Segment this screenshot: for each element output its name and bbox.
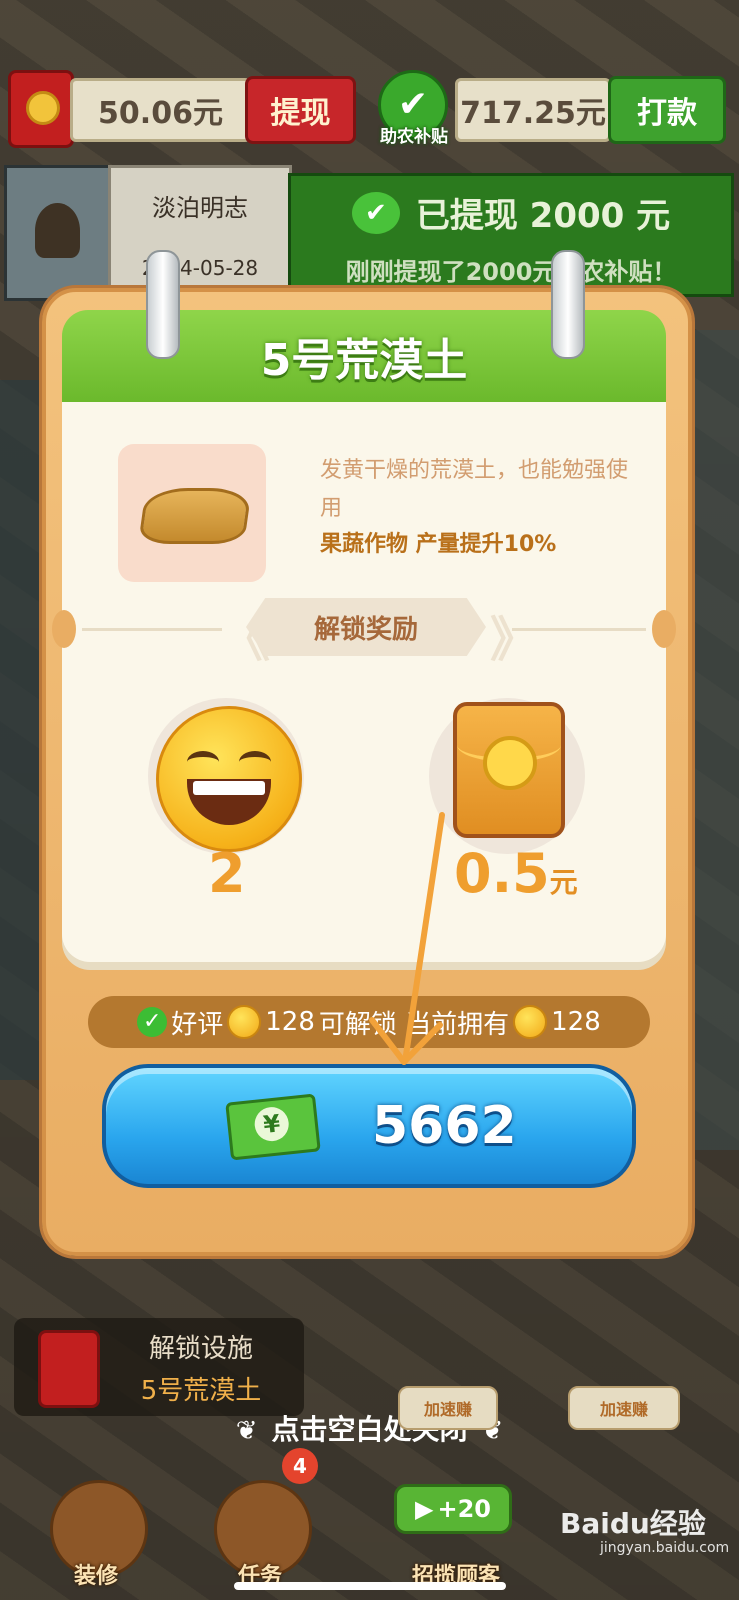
notice-user-info: 淡泊明志 2024-05-28 [108,165,292,301]
condition-required: 128 [265,1007,315,1037]
unlock-button[interactable]: 5662 [102,1064,636,1188]
binder-ring-icon [551,250,585,359]
card-notch [52,610,76,648]
top-bar: 50.06元 提现 ✔ 助农补贴 717.25元 打款 [0,70,739,150]
subsidy-badge[interactable]: ✔ 助农补贴 [372,70,450,150]
user-name: 淡泊明志 [152,194,248,222]
reward-unit: 元 [549,866,578,899]
notice-date: 2024-05-28 [141,256,259,280]
attract-bonus-value: +20 [437,1495,491,1523]
card-notch [652,610,676,648]
cash-icon [225,1093,321,1161]
check-icon: ✓ [137,1007,168,1037]
reward-value: 2 [208,842,246,905]
desert-soil-icon [138,488,252,544]
item-boost: 果蔬作物 产量提升10% [320,532,557,557]
wechat-icon: ✔ [351,191,400,234]
condition-middle: 可解锁 当前拥有 [318,1009,510,1040]
avatar [4,165,112,301]
unlock-facility-dialog: 5号荒漠土 发黄干燥的荒漠土，也能勉强使用 果蔬作物 产量提升10% 《 》 解… [42,250,692,1256]
nav-label-decorate: 装修 [73,1564,118,1589]
reward-amount: 0.5 [454,842,550,905]
reward-item [429,698,585,854]
pay-button[interactable]: 打款 [608,76,726,144]
notice-headline-row: ✔ 已提现 2000 元 [291,188,731,237]
condition-prefix: 好评 [171,1009,224,1040]
red-packet-icon [453,702,565,838]
item-tile [118,444,266,582]
unlock-price: 5662 [372,1096,517,1156]
hint-title: 解锁设施 [148,1334,253,1364]
play-icon: ▶ [415,1495,434,1523]
smile-emoji-icon [156,706,302,852]
withdraw-button[interactable]: 提现 [245,76,356,144]
condition-owned: 128 [551,1007,601,1037]
notice-banner: ✔ 已提现 2000 元 刚刚提现了2000元助农补贴！ [288,173,734,297]
watermark-logo: Baidu经验 [560,1507,706,1540]
subsidy-balance: 717.25元 [455,78,611,142]
smile-emoji-icon [227,1005,262,1039]
cash-balance: 50.06元 [70,78,251,142]
subsidy-label: 助农补贴 [380,127,448,147]
reward-header: 解锁奖励 [246,598,486,656]
reward-value: 0.5元 [454,842,578,905]
notice-headline: 已提现 2000 元 [415,196,671,236]
red-packet-icon [38,1330,100,1408]
speed-up-right[interactable]: 加速赚 [568,1386,680,1430]
speed-up-left[interactable]: 加速赚 [398,1386,498,1430]
smile-emoji-icon [513,1005,548,1039]
unlock-facility-hint[interactable]: 解锁设施 5号荒漠土 [14,1318,304,1416]
dialog-body: 发黄干燥的荒漠土，也能勉强使用 果蔬作物 产量提升10% 《 》 解锁奖励 2 … [52,402,676,962]
attract-bonus[interactable]: ▶ +20 [394,1484,512,1534]
item-description: 发黄干燥的荒漠土，也能勉强使用 [320,458,629,521]
task-badge: 4 [282,1448,318,1484]
reward-item [148,698,304,854]
red-packet-icon [8,70,74,148]
home-indicator[interactable] [234,1582,506,1590]
notice-subline: 刚刚提现了2000元助农补贴！ [345,258,677,286]
binder-ring-icon [146,250,180,359]
unlock-condition: ✓ 好评 128 可解锁 当前拥有 128 [88,996,650,1048]
chevron-right-icon: 》 [490,612,539,668]
divider [82,628,222,631]
watermark-url: jingyan.baidu.com [600,1540,730,1556]
withdrawal-notice: 淡泊明志 2024-05-28 ✔ 已提现 2000 元 刚刚提现了2000元助… [0,165,739,301]
hint-subtitle: 5号荒漠土 [140,1376,262,1406]
reward-amount: 2 [208,842,246,905]
